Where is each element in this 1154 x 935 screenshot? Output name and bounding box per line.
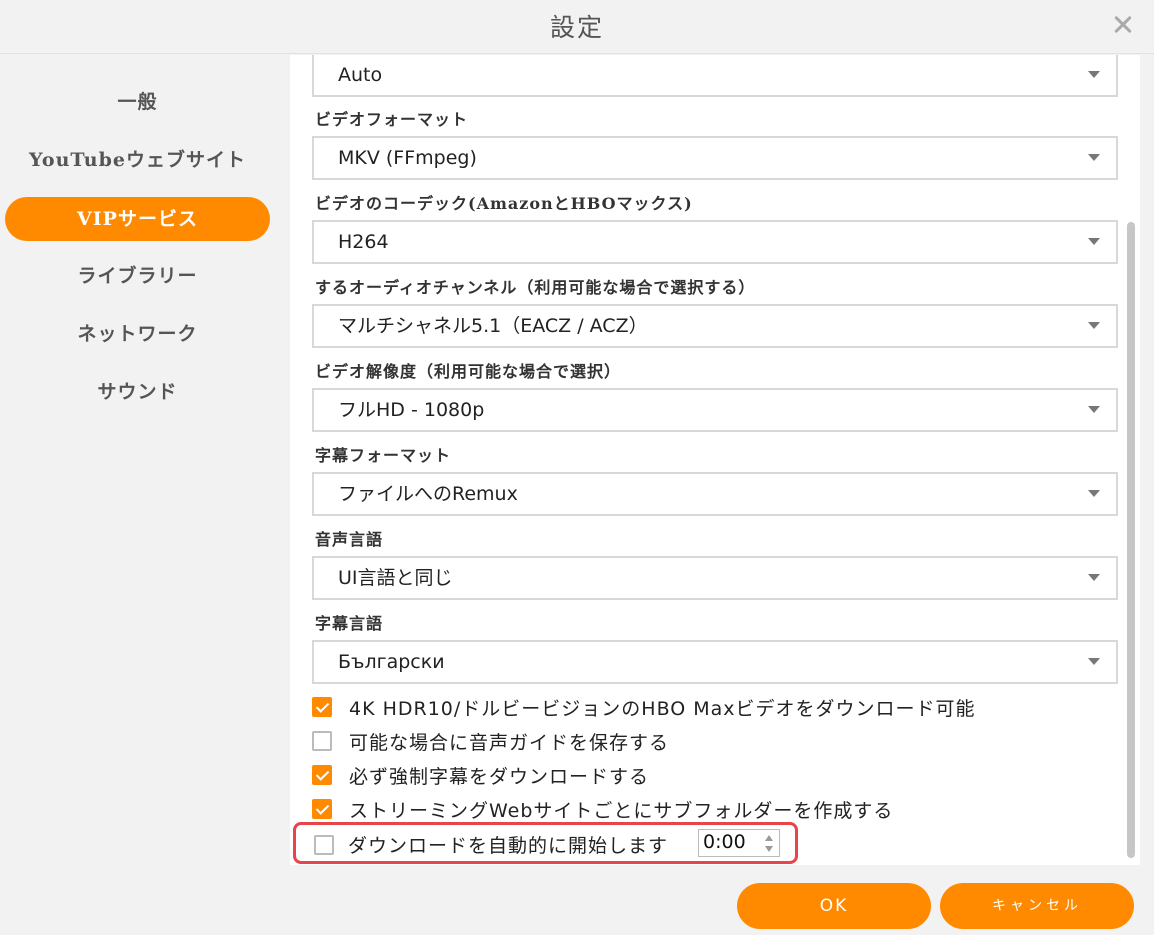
close-icon[interactable] — [1110, 12, 1136, 38]
video-resolution-label: ビデオ解像度（利用可能な場合で選択） — [315, 362, 622, 381]
subtitle-format-label: 字幕フォーマット — [315, 446, 452, 465]
video-format-value: MKV (FFmpeg) — [338, 147, 477, 169]
sidebar-item-general[interactable]: 一般 — [5, 80, 270, 124]
subtitle-language-label: 字幕言語 — [315, 614, 384, 633]
ok-button[interactable]: OK — [737, 883, 931, 929]
checkbox-checked[interactable] — [312, 799, 332, 819]
checkbox-checked[interactable] — [312, 697, 332, 717]
stepper-down-icon[interactable] — [765, 846, 773, 852]
subtitle-language-value: Български — [338, 651, 445, 673]
scrollbar[interactable] — [1127, 222, 1135, 858]
sidebar-item-network[interactable]: ネットワーク — [5, 312, 270, 356]
checkbox-row-subfolders[interactable]: ストリーミングWebサイトごとにサブフォルダーを作成する — [312, 794, 893, 824]
video-codec-label: ビデオのコーデック(AmazonとHBOマックス) — [315, 194, 693, 213]
video-format-label: ビデオフォーマット — [315, 110, 469, 129]
checkbox-label: ストリーミングWebサイトごとにサブフォルダーを作成する — [349, 799, 894, 822]
checkbox-unchecked[interactable] — [312, 731, 332, 751]
audio-channel-select[interactable]: マルチシャネル5.1（EACZ / ACZ） — [312, 304, 1118, 348]
subtitle-language-select[interactable]: Български — [312, 640, 1118, 684]
checkbox-row-forced-subs[interactable]: 必ず強制字幕をダウンロードする — [312, 760, 649, 790]
sidebar-item-youtube[interactable]: YouTubeウェブサイト — [5, 138, 270, 182]
chevron-down-icon — [1088, 490, 1100, 497]
top-select-value: Auto — [338, 64, 383, 86]
top-select[interactable]: Auto — [312, 55, 1118, 97]
checkbox-label: 4K HDR10/ドルビービジョンのHBO Maxビデオをダウンロード可能 — [349, 697, 976, 720]
chevron-down-icon — [1088, 658, 1100, 665]
checkbox-label: 必ず強制字幕をダウンロードする — [349, 765, 650, 788]
autostart-checkbox[interactable] — [314, 835, 334, 855]
video-resolution-value: フルHD - 1080p — [338, 399, 485, 421]
video-codec-value: H264 — [338, 231, 389, 253]
autostart-label: ダウンロードを自動的に開始します — [348, 835, 669, 857]
sidebar: 一般 YouTubeウェブサイト VIPサービス ライブラリー ネットワーク サ… — [0, 55, 290, 865]
checkbox-checked[interactable] — [312, 765, 332, 785]
audio-channel-label: するオーディオチャンネル（利用可能な場合で選択する） — [315, 278, 756, 297]
stepper-up-icon[interactable] — [765, 835, 773, 841]
window-title: 設定 — [549, 13, 604, 42]
chevron-down-icon — [1088, 322, 1100, 329]
audio-language-value: UI言語と同じ — [338, 567, 453, 589]
chevron-down-icon — [1088, 574, 1100, 581]
sidebar-item-vip[interactable]: VIPサービス — [5, 197, 270, 241]
subtitle-format-value: ファイルへのRemux — [338, 483, 518, 505]
sidebar-item-library[interactable]: ライブラリー — [5, 254, 270, 298]
chevron-down-icon — [1088, 154, 1100, 161]
autostart-highlight: ダウンロードを自動的に開始します 0:00 — [293, 822, 798, 864]
chevron-down-icon — [1088, 406, 1100, 413]
autostart-time-value: 0:00 — [703, 831, 746, 853]
audio-language-label: 音声言語 — [315, 530, 384, 549]
video-format-select[interactable]: MKV (FFmpeg) — [312, 136, 1118, 180]
checkbox-row-hbo-4k[interactable]: 4K HDR10/ドルビービジョンのHBO Maxビデオをダウンロード可能 — [312, 692, 976, 722]
checkbox-row-audio-guide[interactable]: 可能な場合に音声ガイドを保存する — [312, 726, 669, 756]
settings-panel: Auto ビデオフォーマット MKV (FFmpeg) ビデオのコーデック(Am… — [290, 55, 1140, 865]
title-bar: 設定 — [0, 0, 1154, 54]
video-resolution-select[interactable]: フルHD - 1080p — [312, 388, 1118, 432]
autostart-time-stepper[interactable]: 0:00 — [698, 829, 780, 857]
audio-channel-value: マルチシャネル5.1（EACZ / ACZ） — [338, 315, 648, 337]
video-codec-select[interactable]: H264 — [312, 220, 1118, 264]
chevron-down-icon — [1088, 238, 1100, 245]
sidebar-item-sound[interactable]: サウンド — [5, 370, 270, 414]
cancel-button[interactable]: キャンセル — [940, 883, 1134, 929]
subtitle-format-select[interactable]: ファイルへのRemux — [312, 472, 1118, 516]
chevron-down-icon — [1088, 71, 1100, 78]
checkbox-label: 可能な場合に音声ガイドを保存する — [349, 731, 670, 754]
audio-language-select[interactable]: UI言語と同じ — [312, 556, 1118, 600]
